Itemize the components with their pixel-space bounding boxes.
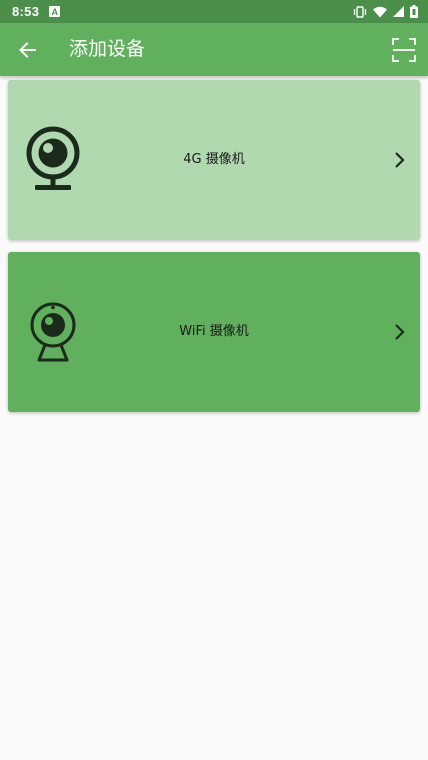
chevron-right-icon <box>395 152 405 168</box>
status-bar: 8:53 A <box>0 0 428 23</box>
app-bar: 添加设备 <box>0 23 428 76</box>
device-option-4g-camera[interactable]: 4G 摄像机 <box>8 80 420 240</box>
device-option-wifi-camera[interactable]: WiFi 摄像机 <box>8 252 420 412</box>
a-icon: A <box>49 6 61 17</box>
status-icons <box>353 5 418 18</box>
back-button[interactable] <box>12 35 42 65</box>
battery-icon <box>410 5 418 18</box>
scan-frame-icon <box>392 38 416 62</box>
signal-icon <box>393 6 404 17</box>
status-time: 8:53 <box>12 4 40 19</box>
arrow-left-icon <box>19 42 36 58</box>
vibrate-icon <box>353 5 367 18</box>
scan-button[interactable] <box>390 36 418 64</box>
chevron-right-icon <box>395 324 405 340</box>
page-title: 添加设备 <box>69 38 146 60</box>
device-label-wifi-camera: WiFi 摄像机 <box>179 324 249 339</box>
wifi-icon <box>373 6 387 17</box>
device-label-4g-camera: 4G 摄像机 <box>183 152 245 167</box>
